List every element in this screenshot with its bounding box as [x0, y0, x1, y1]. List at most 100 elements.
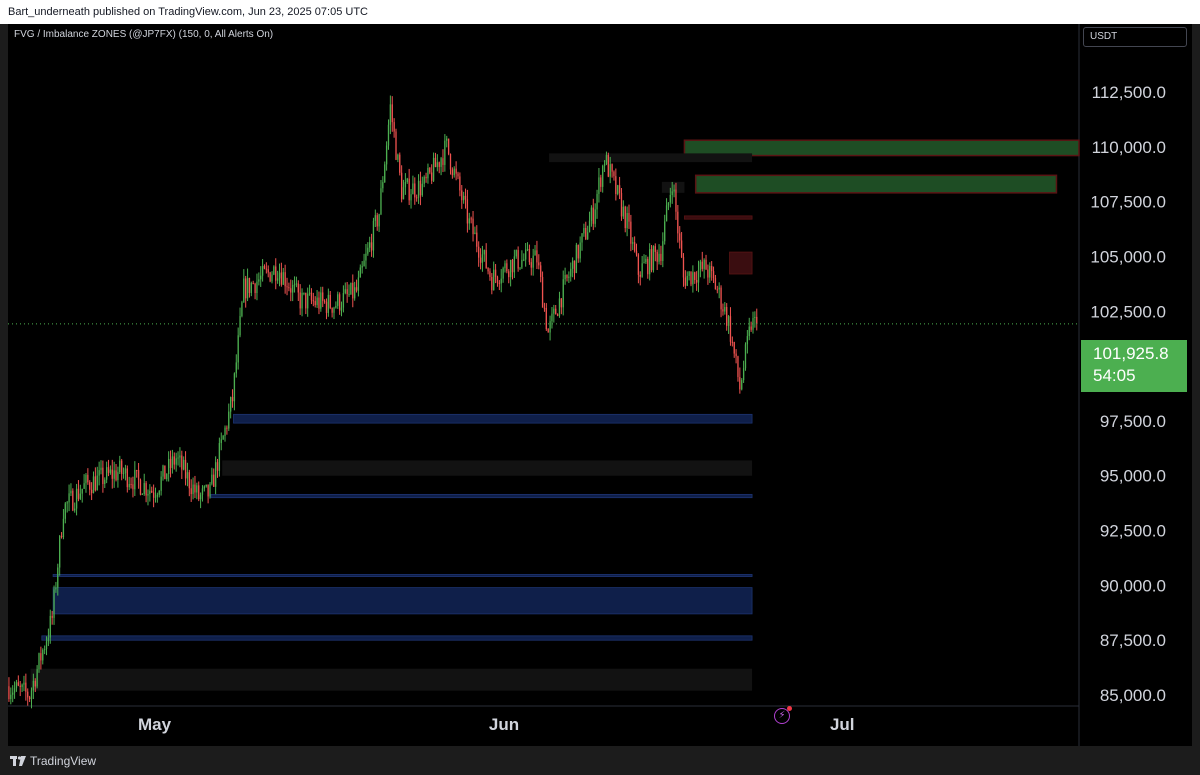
candle-up — [12, 692, 14, 695]
lightning-alert-icon[interactable]: ⚡ — [774, 706, 792, 724]
candle-down — [414, 183, 416, 198]
currency-selector[interactable]: USDT — [1083, 27, 1187, 47]
candle-up — [209, 483, 211, 497]
candle-up — [47, 637, 50, 642]
candle-up — [100, 467, 102, 471]
candle-up — [36, 669, 38, 687]
y-tick-label: 107,500.0 — [1090, 193, 1166, 212]
candle-down — [470, 218, 472, 220]
candle-up — [372, 220, 375, 251]
candle-up — [15, 682, 18, 689]
candle-up — [649, 249, 651, 275]
candle-up — [436, 162, 438, 168]
candle-down — [628, 213, 630, 222]
candle-down — [675, 189, 677, 212]
candle-up — [378, 214, 380, 227]
candle-up — [367, 247, 369, 254]
candle-down — [545, 307, 547, 330]
candle-up — [30, 690, 33, 700]
candle-down — [290, 288, 292, 293]
candle-down — [425, 176, 427, 179]
candle-up — [549, 321, 551, 333]
candle-down — [72, 490, 74, 511]
candle-up — [744, 344, 747, 369]
candle-down — [556, 314, 559, 316]
candle-down — [297, 283, 299, 293]
zone-bearish — [684, 215, 753, 220]
candle-up — [354, 287, 356, 299]
candle-down — [541, 277, 544, 308]
candle-down — [312, 300, 314, 302]
price-chart[interactable]: 115,000.0112,500.0110,000.0107,500.0105,… — [8, 24, 1192, 746]
candle-down — [585, 228, 587, 240]
candle-down — [152, 492, 155, 498]
candle-down — [466, 199, 469, 224]
candle-down — [592, 207, 594, 224]
candle-up — [239, 316, 241, 336]
candle-down — [712, 271, 715, 279]
candle-up — [500, 278, 502, 284]
candle-down — [121, 460, 123, 474]
candle-down — [487, 267, 489, 272]
candle-up — [203, 486, 206, 489]
candle-down — [194, 484, 196, 493]
candle-down — [600, 177, 602, 187]
candle-down — [731, 341, 733, 343]
candle-down — [449, 154, 452, 170]
candle-up — [586, 232, 589, 240]
candle-up — [754, 316, 756, 319]
candle-up — [583, 228, 585, 234]
candle-up — [256, 281, 258, 294]
candle-up — [229, 397, 232, 412]
candle-down — [102, 467, 104, 485]
candle-down — [245, 278, 247, 299]
candle-up — [79, 493, 81, 499]
publish-text: Bart_underneath published on TradingView… — [8, 6, 368, 18]
candle-up — [652, 246, 655, 271]
tradingview-brand[interactable]: TradingView — [10, 754, 96, 768]
candle-down — [188, 472, 190, 489]
candle-up — [258, 279, 260, 282]
candle-up — [327, 294, 330, 313]
candle-down — [701, 261, 703, 269]
candle-down — [94, 476, 97, 491]
candle-down — [660, 253, 662, 261]
chart-frame[interactable]: 115,000.0112,500.0110,000.0107,500.0105,… — [8, 24, 1192, 746]
y-tick-label: 97,500.0 — [1100, 412, 1166, 431]
candle-down — [252, 283, 254, 285]
candle-up — [524, 249, 527, 260]
candle-up — [553, 308, 555, 314]
candle-down — [577, 244, 579, 259]
candle-up — [316, 297, 318, 306]
candle-up — [276, 278, 279, 281]
candle-up — [160, 476, 162, 491]
candle-down — [254, 283, 256, 294]
candle-up — [519, 267, 521, 269]
candle-up — [83, 483, 85, 489]
candle-up — [357, 277, 360, 291]
candle-up — [134, 470, 136, 490]
candle-down — [451, 169, 454, 176]
y-tick-label: 95,000.0 — [1100, 467, 1166, 486]
candle-down — [151, 490, 153, 493]
candle-up — [502, 268, 504, 279]
candle-down — [478, 246, 480, 258]
candle-down — [737, 356, 739, 378]
candle-down — [479, 257, 482, 263]
candle-up — [57, 567, 59, 588]
candle-up — [669, 194, 671, 203]
candle-up — [38, 653, 40, 670]
candle-down — [391, 104, 393, 123]
candle-down — [508, 271, 510, 278]
candle-up — [192, 484, 194, 495]
indicator-title[interactable]: FVG / Imbalance ZONES (@JP7FX) (150, 0, … — [14, 29, 273, 40]
candle-up — [23, 682, 25, 685]
candle-up — [509, 260, 512, 278]
candle-up — [179, 455, 181, 458]
candle-up — [149, 490, 151, 494]
candle-down — [620, 192, 623, 217]
candle-down — [275, 266, 277, 281]
candle-up — [404, 182, 407, 188]
candle-up — [199, 494, 202, 500]
candle-down — [310, 292, 313, 301]
